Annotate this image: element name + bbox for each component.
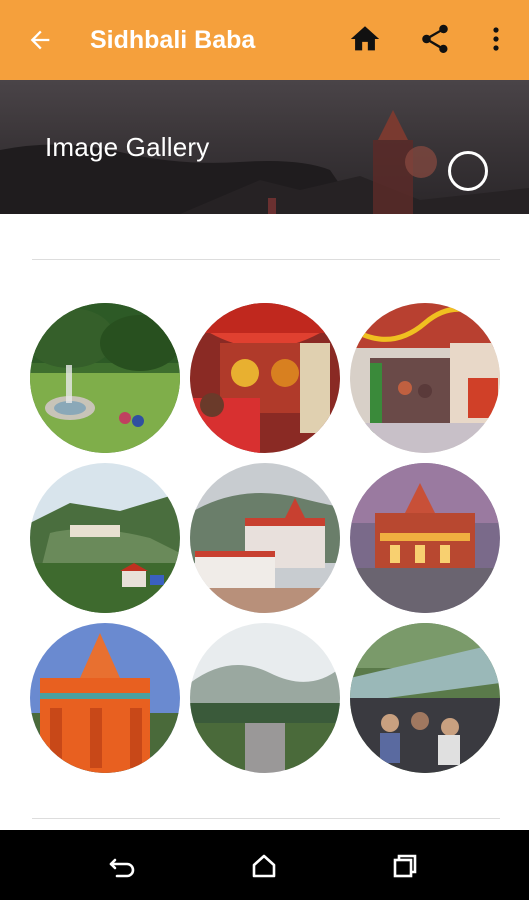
app-title: Sidhbali Baba: [90, 26, 256, 54]
app-bar: Sidhbali Baba: [0, 0, 529, 80]
gallery-header: Image Gallery: [0, 80, 529, 214]
home-nav-icon[interactable]: [248, 850, 280, 882]
gallery-image-9[interactable]: [350, 623, 500, 773]
gallery-image-4[interactable]: [30, 463, 180, 613]
bottom-divider: [32, 818, 500, 819]
recents-nav-icon[interactable]: [389, 850, 421, 882]
hero-title: Image Gallery: [45, 132, 210, 162]
gallery-image-8[interactable]: [190, 623, 340, 773]
gallery-image-2[interactable]: [190, 303, 340, 453]
system-navigation-bar: [0, 830, 529, 900]
gallery-image-7[interactable]: [30, 623, 180, 773]
circle-icon[interactable]: [448, 151, 488, 191]
more-vert-icon[interactable]: [484, 22, 508, 56]
back-nav-icon[interactable]: [107, 850, 139, 882]
gallery-image-1[interactable]: [30, 303, 180, 453]
share-icon[interactable]: [418, 22, 452, 56]
gallery-image-5[interactable]: [190, 463, 340, 613]
gallery-image-6[interactable]: [350, 463, 500, 613]
home-icon[interactable]: [348, 22, 382, 56]
back-arrow-icon[interactable]: [24, 24, 56, 56]
gallery-image-3[interactable]: [350, 303, 500, 453]
top-divider: [32, 259, 500, 260]
